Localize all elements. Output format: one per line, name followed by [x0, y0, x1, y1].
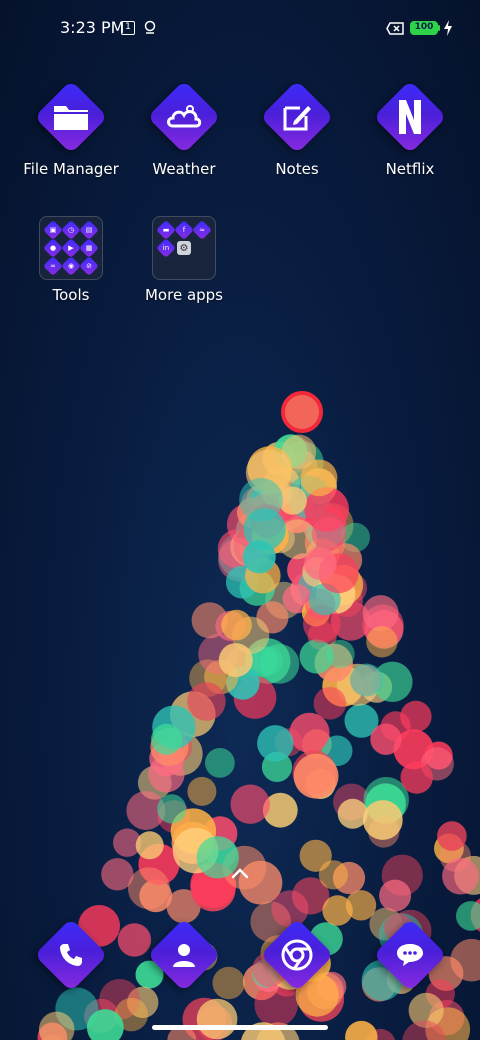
chevron-up-icon[interactable] — [230, 866, 250, 880]
calendar-icon: 1 — [121, 21, 135, 35]
app-weather[interactable]: Weather — [129, 80, 239, 178]
dock-messages[interactable] — [355, 918, 465, 992]
status-bar: 3:23 PM 1 100 — [0, 0, 480, 56]
folder-label: Tools — [52, 286, 90, 304]
phone-icon — [34, 918, 108, 992]
battery-icon: 100 — [410, 21, 438, 35]
folder-preview: ▬ f ≈ in ⚙ — [152, 216, 216, 280]
chrome-icon — [260, 918, 334, 992]
home-indicator[interactable] — [152, 1025, 328, 1030]
app-label: Notes — [275, 160, 319, 178]
app-label: Netflix — [385, 160, 435, 178]
app-file-manager[interactable]: File Manager — [16, 80, 126, 178]
contacts-icon — [147, 918, 221, 992]
pencil-note-icon — [260, 80, 334, 154]
folder-label: More apps — [144, 286, 223, 304]
netflix-n-icon — [373, 80, 447, 154]
charging-bolt-icon — [444, 20, 452, 36]
app-notes[interactable]: Notes — [242, 80, 352, 178]
cloud-icon — [147, 80, 221, 154]
folder-icon — [34, 80, 108, 154]
app-label: Weather — [152, 160, 216, 178]
app-label: File Manager — [23, 160, 119, 178]
messages-icon — [373, 918, 447, 992]
battery-tip — [438, 25, 440, 31]
folder-preview: ▣ ◷ ▤ ● ▶ ▦ ∞ ◉ ⊘ — [39, 216, 103, 280]
dock-chrome[interactable] — [242, 918, 352, 992]
status-time: 3:23 PM — [60, 18, 125, 37]
folder-tools[interactable]: ▣ ◷ ▤ ● ▶ ▦ ∞ ◉ ⊘ Tools — [16, 216, 126, 304]
dock-contacts[interactable] — [129, 918, 239, 992]
location-icon — [144, 20, 156, 34]
folder-more-apps[interactable]: ▬ f ≈ in ⚙ More apps — [129, 216, 239, 304]
app-netflix[interactable]: Netflix — [355, 80, 465, 178]
no-sim-icon — [386, 22, 404, 35]
dock-phone[interactable] — [16, 918, 126, 992]
